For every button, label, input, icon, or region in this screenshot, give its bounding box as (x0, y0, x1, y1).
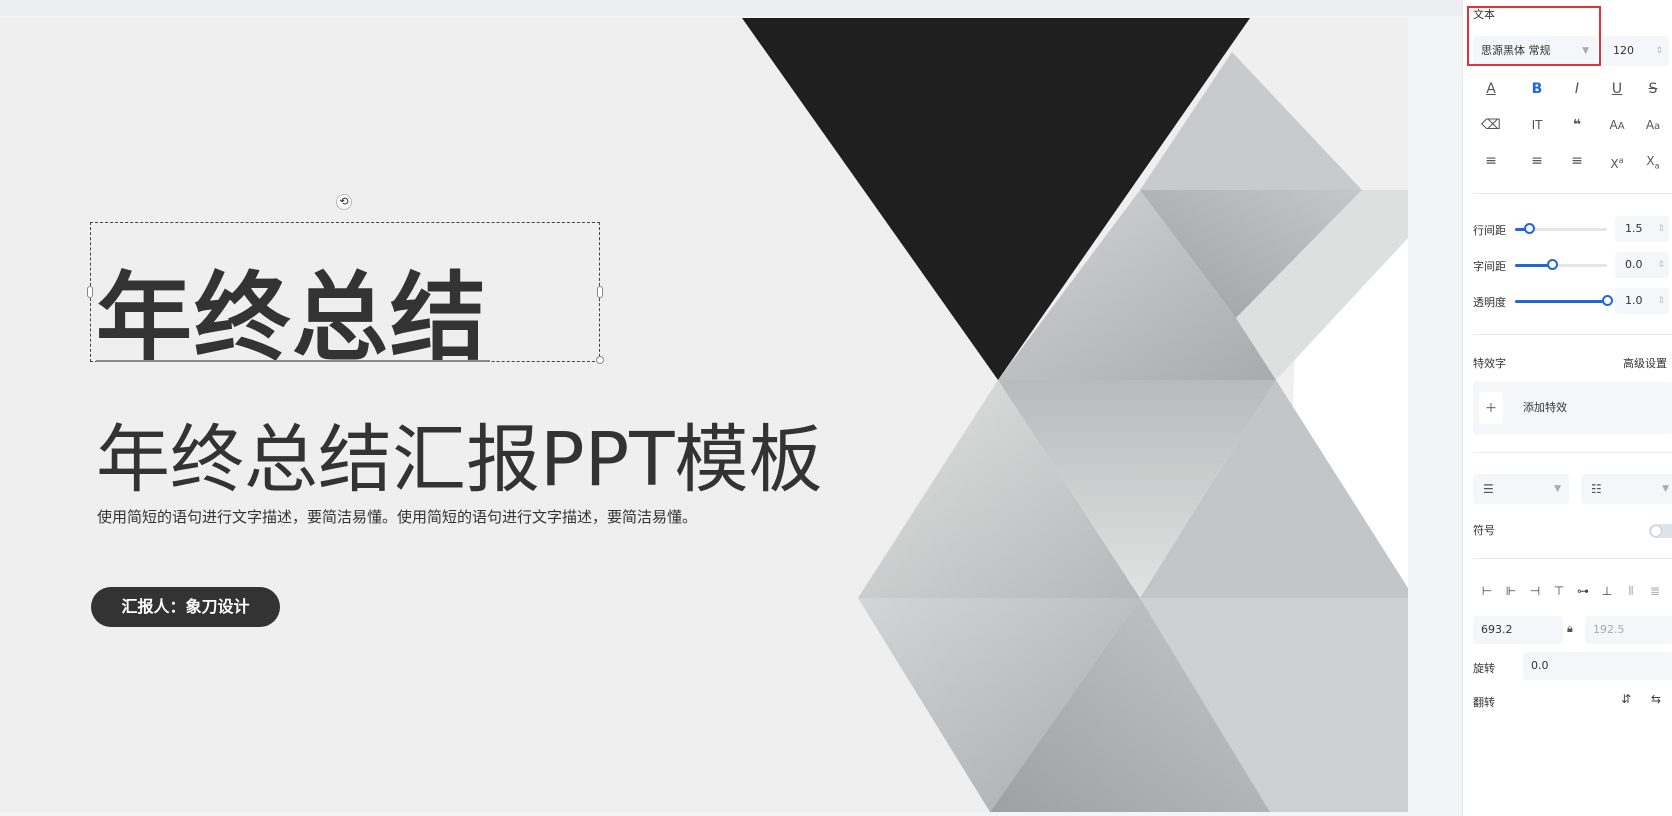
align-h-center-icon[interactable]: ⊩ (1501, 584, 1521, 598)
bullet-symbol-toggle[interactable] (1649, 524, 1672, 538)
divider (1473, 452, 1672, 453)
align-left-icon[interactable]: ≡ (1473, 146, 1509, 176)
advanced-settings-link[interactable]: 高级设置 (1623, 355, 1667, 371)
char-spacing-label: 字间距 (1473, 260, 1506, 273)
numbered-list-select[interactable]: ☷ ▼ (1581, 474, 1672, 504)
strikethrough-icon[interactable]: S (1635, 74, 1671, 104)
font-size-value: 120 (1613, 44, 1634, 57)
numbered-list-icon: ☷ (1591, 482, 1602, 496)
slide-title[interactable]: 年终总结 (96, 240, 488, 379)
distribute-h-icon[interactable]: ⦀ (1621, 584, 1641, 599)
bullet-list-select[interactable]: ☰ ▼ (1473, 474, 1569, 504)
add-effect-label: 添加特效 (1523, 401, 1567, 414)
slide-subtitle[interactable]: 年终总结汇报PPT模板 (96, 400, 822, 507)
line-spacing-value: 1.5 (1625, 222, 1643, 235)
char-spacing-slider[interactable] (1515, 259, 1607, 270)
font-size-input[interactable]: 120 ⇕ (1603, 36, 1669, 66)
plus-icon[interactable]: + (1479, 392, 1503, 424)
line-spacing-input[interactable]: 1.5 ⇕ (1615, 216, 1669, 242)
distribute-v-icon[interactable]: ≣ (1645, 584, 1665, 598)
stepper-icon[interactable]: ⇕ (1655, 36, 1663, 66)
font-grow-icon[interactable]: AA (1599, 110, 1635, 140)
bullet-symbol-label: 符号 (1473, 524, 1495, 537)
resize-handle-right[interactable] (597, 286, 603, 298)
italic-icon[interactable]: I (1559, 74, 1595, 104)
superscript-icon[interactable]: Xa (1599, 146, 1635, 176)
properties-panel: 文本 思源黑体 常规 ▼ 120 ⇕ A B I U S ⌫ IT ❝ AA A… (1462, 0, 1672, 816)
align-right-icon[interactable]: ≡ (1559, 146, 1595, 176)
stepper-icon[interactable]: ⇕ (1657, 216, 1665, 242)
top-bar (0, 0, 1672, 16)
rotate-value: 0.0 (1531, 659, 1549, 672)
bold-icon[interactable]: B (1519, 74, 1555, 104)
bullet-list-icon: ☰ (1483, 482, 1494, 496)
divider (1473, 334, 1672, 335)
add-effect-box[interactable]: + 添加特效 (1473, 382, 1672, 434)
flip-vertical-icon[interactable]: ⇵ (1621, 692, 1631, 706)
align-left-edge-icon[interactable]: ⊢ (1477, 584, 1497, 598)
slide-canvas[interactable]: ⟲ 年终总结 年终总结汇报PPT模板 使用简短的语句进行文字描述，要简洁易懂。使… (0, 18, 1408, 812)
lock-icon[interactable]: 🔒︎ (1567, 622, 1573, 636)
highlight-annotation (1467, 6, 1601, 66)
opacity-value: 1.0 (1625, 294, 1643, 307)
align-bottom-edge-icon[interactable]: ⊥ (1597, 584, 1617, 598)
subscript-icon[interactable]: Xa (1635, 146, 1671, 176)
text-case-icon[interactable]: IT (1519, 110, 1555, 140)
align-right-edge-icon[interactable]: ⊣ (1525, 584, 1545, 598)
align-v-center-icon[interactable]: ⊶ (1573, 584, 1593, 598)
char-spacing-value: 0.0 (1625, 258, 1643, 271)
flip-horizontal-icon[interactable]: ⇆ (1651, 692, 1661, 706)
font-color-icon[interactable]: A (1473, 74, 1509, 104)
position-y-value: 192.5 (1593, 623, 1625, 636)
rotate-handle-icon[interactable]: ⟲ (336, 194, 352, 210)
reporter-badge[interactable]: 汇报人：象刀设计 (91, 587, 280, 627)
line-spacing-label: 行间距 (1473, 224, 1506, 237)
divider (1473, 193, 1672, 194)
rotate-label: 旋转 (1473, 662, 1495, 675)
divider (1473, 558, 1672, 559)
chevron-down-icon: ▼ (1554, 484, 1561, 494)
align-center-icon[interactable]: ≡ (1519, 146, 1555, 176)
quote-icon[interactable]: ❝ (1559, 110, 1595, 140)
underline-icon[interactable]: U (1599, 74, 1635, 104)
effects-label: 特效字 (1473, 357, 1506, 370)
slide-description[interactable]: 使用简短的语句进行文字描述，要简洁易懂。使用简短的语句进行文字描述，要简洁易懂。 (97, 506, 697, 527)
position-x-value: 693.2 (1481, 623, 1513, 636)
stepper-icon[interactable]: ⇕ (1657, 252, 1665, 278)
opacity-input[interactable]: 1.0 ⇕ (1615, 288, 1669, 314)
font-shrink-icon[interactable]: Aa (1635, 110, 1671, 140)
eraser-icon[interactable]: ⌫ (1473, 110, 1509, 140)
position-x-input[interactable]: 693.2 (1473, 616, 1563, 644)
char-spacing-input[interactable]: 0.0 ⇕ (1615, 252, 1669, 278)
chevron-down-icon: ▼ (1662, 484, 1669, 494)
resize-handle-left[interactable] (87, 286, 93, 298)
position-y-input[interactable]: 192.5 (1585, 616, 1672, 644)
stepper-icon[interactable]: ⇕ (1657, 288, 1665, 314)
title-underline (96, 360, 490, 362)
opacity-slider[interactable] (1515, 295, 1613, 306)
opacity-label: 透明度 (1473, 296, 1506, 309)
flip-label: 翻转 (1473, 696, 1495, 709)
resize-handle-corner[interactable] (596, 356, 604, 364)
align-top-edge-icon[interactable]: ⊤ (1549, 584, 1569, 598)
line-spacing-slider[interactable] (1515, 223, 1607, 234)
rotate-input[interactable]: 0.0 (1523, 652, 1672, 680)
